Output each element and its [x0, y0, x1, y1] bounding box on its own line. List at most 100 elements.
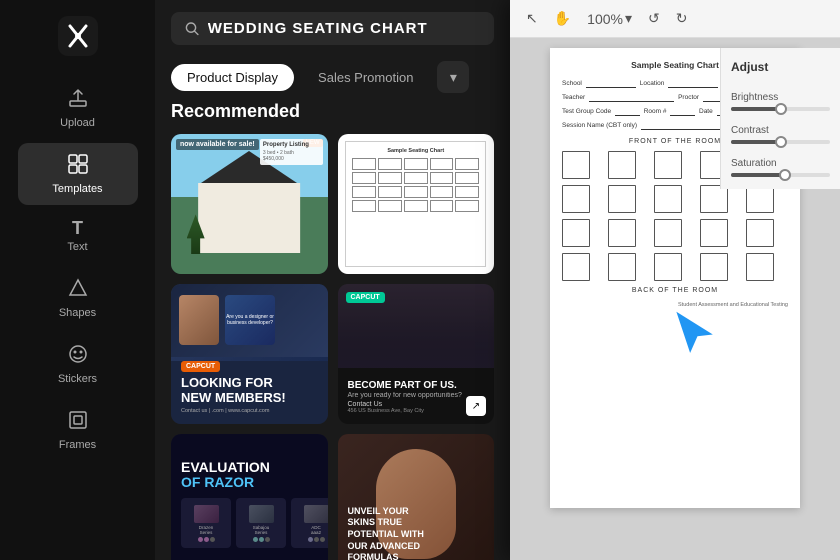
- brightness-label: Brightness: [731, 92, 830, 103]
- template-card-become[interactable]: CAPCUT BECOME PART OF US. Are you ready …: [338, 284, 495, 424]
- zoom-chevron-icon: ▾: [625, 10, 632, 27]
- search-input[interactable]: WEDDING SEATING CHART: [208, 20, 480, 37]
- group-code-label: Test Group Code: [562, 108, 611, 115]
- saturation-row: Saturation: [731, 158, 830, 177]
- tab-more-button[interactable]: ▾: [437, 61, 469, 93]
- app-logo[interactable]: [58, 16, 98, 61]
- seats-row-4: [562, 253, 788, 281]
- preview-panel: ↖ ✋ 100% ▾ ↺ ↻ Sample Seating Chart Scho…: [510, 0, 840, 560]
- teacher-label: Teacher: [562, 94, 585, 101]
- seat: [700, 253, 728, 281]
- seat: [700, 185, 728, 213]
- search-bar: WEDDING SEATING CHART: [155, 0, 510, 57]
- become-title: BECOME PART OF US.: [348, 380, 457, 392]
- redo-button[interactable]: ↻: [672, 8, 692, 29]
- seat: [654, 185, 682, 213]
- template-card-house[interactable]: now available for sale! NEW Property Lis…: [171, 134, 328, 274]
- razor-items: DrazenSeries SabajouSeries: [181, 498, 328, 548]
- sidebar-item-text[interactable]: T Text: [18, 209, 138, 263]
- redo-icon: ↻: [676, 10, 688, 27]
- sidebar-item-stickers[interactable]: Stickers: [18, 333, 138, 395]
- cursor-icon: ↖: [526, 10, 538, 27]
- adjust-panel: Adjust Brightness Contrast Saturation: [720, 48, 840, 189]
- sidebar-item-label: Stickers: [58, 373, 97, 385]
- hiring-text: LOOKING FORNEW MEMBERS!: [181, 376, 286, 405]
- seat: [654, 253, 682, 281]
- brightness-slider[interactable]: [731, 107, 830, 111]
- cursor-tool-button[interactable]: ↖: [522, 8, 542, 29]
- become-address: 456 US Business Ave, Bay City: [348, 408, 424, 414]
- razor-item-2: SabajouSeries: [236, 498, 286, 548]
- adjust-title: Adjust: [731, 60, 830, 74]
- proctor-label: Proctor: [678, 94, 699, 101]
- undo-icon: ↺: [648, 10, 660, 27]
- tab-sales-promotion[interactable]: Sales Promotion: [302, 64, 429, 91]
- back-room-label: BACK OF THE ROOM: [562, 287, 788, 294]
- session-label: Session Name (CBT only): [562, 122, 637, 129]
- upload-icon: [67, 87, 89, 113]
- sidebar-item-templates[interactable]: Templates: [18, 143, 138, 205]
- school-label: School: [562, 80, 582, 87]
- seat: [562, 219, 590, 247]
- brightness-row: Brightness: [731, 92, 830, 111]
- house-tag: now available for sale!: [176, 139, 259, 150]
- tab-product-display[interactable]: Product Display: [171, 64, 294, 91]
- saturation-label: Saturation: [731, 158, 830, 169]
- seat: [608, 253, 636, 281]
- become-subtitle: Are you ready for new opportunities?: [348, 392, 462, 399]
- stickers-icon: [67, 343, 89, 369]
- sidebar-item-label: Shapes: [59, 307, 96, 319]
- hiring-contact: Contact us | .com | www.capcut.com: [181, 408, 269, 414]
- section-title: Recommended: [171, 101, 494, 122]
- shapes-icon: [67, 277, 89, 303]
- room-label: Room #: [644, 108, 667, 115]
- saturation-slider[interactable]: [731, 173, 830, 177]
- hiring-badge: CAPCUT: [181, 361, 220, 372]
- seat: [746, 219, 774, 247]
- template-card-razor[interactable]: EVALUATIONOF RAZOR DrazenSeries: [171, 434, 328, 560]
- house-desc: Property Listing 3 bed • 2 bath $450,000: [260, 139, 323, 165]
- beauty-text: UNVEIL YOURSKINS TRUEPOTENTIAL WITHOUR A…: [348, 506, 424, 560]
- seats-row-3: [562, 219, 788, 247]
- zoom-button[interactable]: 100% ▾: [583, 8, 636, 29]
- zoom-value: 100%: [587, 11, 623, 27]
- preview-toolbar: ↖ ✋ 100% ▾ ↺ ↻: [510, 0, 840, 38]
- sidebar: Upload Templates T Text Shapes: [0, 0, 155, 560]
- become-contact: Contact Us: [348, 401, 383, 408]
- seat: [562, 185, 590, 213]
- seat: [746, 185, 774, 213]
- text-icon: T: [72, 219, 83, 237]
- seat: [654, 151, 682, 179]
- seat: [608, 151, 636, 179]
- seating-mini-title: Sample Seating Chart: [352, 148, 479, 154]
- razor-item-1: DrazenSeries: [181, 498, 231, 548]
- seat: [700, 219, 728, 247]
- search-icon: [185, 21, 200, 37]
- seat: [746, 253, 774, 281]
- frames-icon: [67, 409, 89, 435]
- sidebar-item-frames[interactable]: Frames: [18, 399, 138, 461]
- template-card-hiring[interactable]: Are you a designer orbusiness developer?…: [171, 284, 328, 424]
- seat: [654, 219, 682, 247]
- sidebar-item-label: Upload: [60, 117, 95, 129]
- date-label: Date: [699, 108, 713, 115]
- sidebar-item-upload[interactable]: Upload: [18, 77, 138, 139]
- content-area: Recommended now available for sale! NEW: [155, 101, 510, 560]
- tabs-row: Product Display Sales Promotion ▾: [155, 57, 510, 101]
- template-card-beauty[interactable]: UNVEIL YOURSKINS TRUEPOTENTIAL WITHOUR A…: [338, 434, 495, 560]
- hand-tool-button[interactable]: ✋: [550, 8, 575, 29]
- undo-button[interactable]: ↺: [644, 8, 664, 29]
- become-arrow[interactable]: ↗: [466, 396, 486, 416]
- razor-title: EVALUATIONOF RAZOR: [181, 460, 270, 491]
- seat: [608, 185, 636, 213]
- main-panel: WEDDING SEATING CHART Product Display Sa…: [155, 0, 510, 560]
- seat: [562, 151, 590, 179]
- contrast-label: Contrast: [731, 125, 830, 136]
- contrast-slider[interactable]: [731, 140, 830, 144]
- zoom-display: 100% ▾: [583, 8, 636, 29]
- seat: [608, 219, 636, 247]
- search-container[interactable]: WEDDING SEATING CHART: [171, 12, 494, 45]
- sidebar-item-shapes[interactable]: Shapes: [18, 267, 138, 329]
- templates-grid: now available for sale! NEW Property Lis…: [171, 134, 494, 560]
- template-card-seating[interactable]: Sample Seating Chart: [338, 134, 495, 274]
